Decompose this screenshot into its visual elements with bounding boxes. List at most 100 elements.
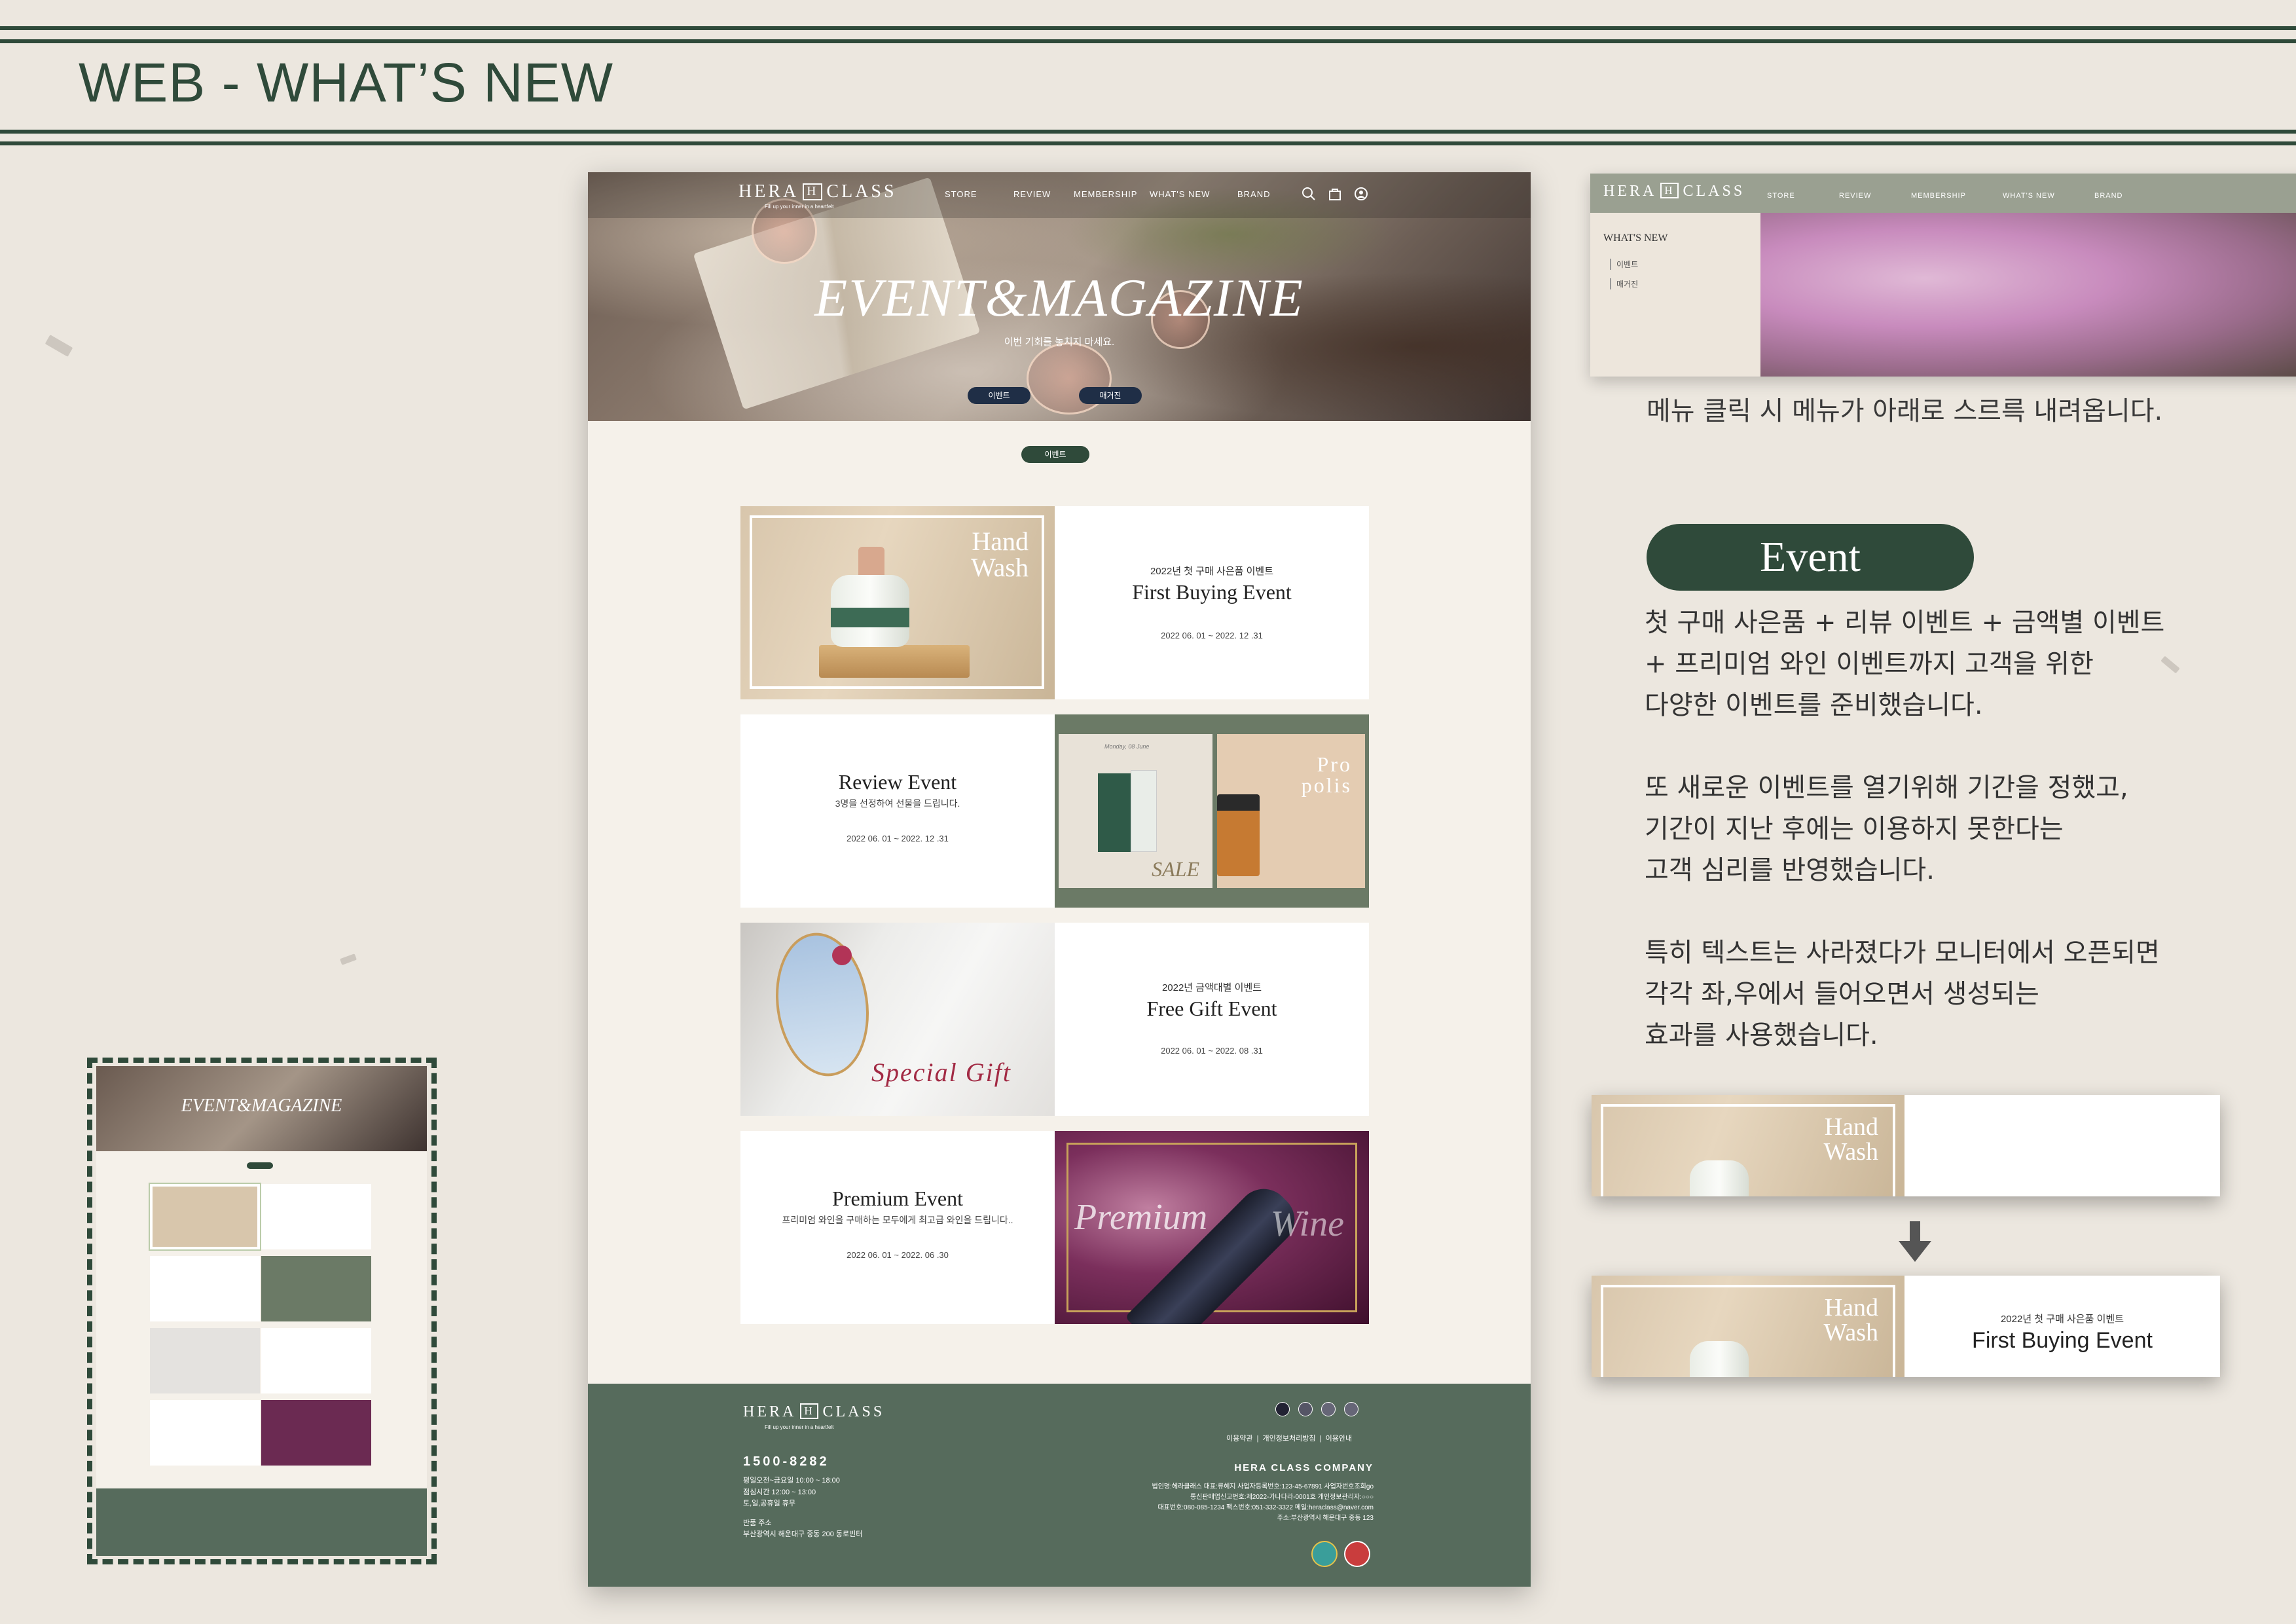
card-handwash-image[interactable]: Hand Wash: [740, 506, 1055, 699]
preview-nav-brand[interactable]: BRAND: [2094, 192, 2123, 200]
image-text-line: Pro: [1317, 752, 1352, 776]
thumb-card-image: [149, 1183, 261, 1251]
card-title: Free Gift Event: [1146, 997, 1277, 1020]
logo-left: HERA: [743, 1403, 797, 1420]
event-description-2: 또 새로운 이벤트를 열기위해 기간을 정했고, 기간이 지난 후에는 이용하지…: [1645, 767, 2128, 891]
header-rule: [0, 130, 2296, 134]
sale-panel: Monday, 08 June SALE: [1059, 734, 1212, 888]
card-title: Review Event: [838, 770, 957, 794]
nav-whats-new[interactable]: WHAT'S NEW: [1150, 189, 1210, 199]
nav-review[interactable]: REVIEW: [1013, 189, 1051, 199]
description-line: 첫 구매 사은품 + 리뷰 이벤트 + 금액별 이벤트: [1645, 608, 2165, 638]
site-logo[interactable]: HERA H CLASS: [738, 181, 897, 202]
product-box-image: [1131, 770, 1157, 852]
facebook-icon[interactable]: [1275, 1402, 1290, 1416]
logo-mark: H: [803, 183, 823, 200]
card-premium[interactable]: Premium Event 프리미엄 와인을 구매하는 모두에게 최고급 와인을…: [740, 1131, 1055, 1324]
preview-hero-image: [1760, 213, 2296, 377]
card-date: 2022 06. 01 ~ 2022. 06 .30: [847, 1250, 949, 1260]
card-gift-image[interactable]: Special Gift: [740, 923, 1055, 1116]
card-image-title: Pro polis: [1302, 754, 1352, 796]
paper-texture: [340, 953, 357, 965]
footer-hours-line: 토,일,공휴일 휴무: [743, 1500, 796, 1508]
demo-handwash-image: Hand Wash: [1592, 1095, 1904, 1196]
hero-magazine-button[interactable]: 매거진: [1079, 387, 1142, 404]
demo-card-text: 2022년 첫 구매 사은품 이벤트 First Buying Event: [1904, 1276, 2220, 1377]
card-title: Premium Event: [832, 1187, 963, 1210]
logo-tagline: Fill up your inner in a heartfelt: [765, 204, 834, 210]
card-review[interactable]: Review Event 3명을 선정하여 선물을 드립니다. 2022 06.…: [740, 714, 1055, 908]
footer-return-label: 반품 주소: [743, 1519, 772, 1527]
animation-demo-before: Hand Wash: [1592, 1095, 2220, 1196]
description-line: 기간이 지난 후에는 이용하지 못한다는: [1645, 814, 2064, 844]
preview-menu-item-event[interactable]: 이벤트: [1610, 259, 1638, 270]
card-image-title: Hand Wash: [1824, 1295, 1878, 1345]
nav-store[interactable]: STORE: [945, 189, 977, 199]
bottle-image: [1690, 1160, 1749, 1196]
thumb-card-text: [150, 1256, 260, 1321]
footer-company-line: 대표번호:080-085-1234 팩스번호:051-332-3322 메일:h…: [1157, 1504, 1374, 1511]
image-text-line: Hand: [1824, 1113, 1878, 1141]
description-line: 효과를 사용했습니다.: [1645, 1020, 1878, 1050]
instagram-icon[interactable]: [1298, 1402, 1313, 1416]
card-first-buying[interactable]: 2022년 첫 구매 사은품 이벤트 First Buying Event 20…: [1055, 506, 1369, 699]
event-description-3: 특히 텍스트는 사라졌다가 모니터에서 오픈되면 각각 좌,우에서 들어오면서 …: [1645, 932, 2160, 1056]
thumb-pill: [247, 1162, 273, 1169]
bottle-label-image: [831, 608, 909, 627]
preview-nav-review[interactable]: REVIEW: [1839, 192, 1871, 200]
kakao-icon[interactable]: [1321, 1402, 1336, 1416]
hero-banner: HERA H CLASS Fill up your inner in a heart…: [588, 172, 1531, 421]
preview-nav-whats-new[interactable]: WHAT'S NEW: [2003, 192, 2055, 200]
event-label-pill: Event: [1647, 524, 1974, 591]
hero-event-button[interactable]: 이벤트: [968, 387, 1030, 404]
card-free-gift[interactable]: 2022년 금액대별 이벤트 Free Gift Event 2022 06. …: [1055, 923, 1369, 1116]
card-desc: 프리미엄 와인을 구매하는 모두에게 최고급 와인을 드립니다..: [782, 1215, 1013, 1225]
logo-right: CLASS: [1683, 183, 1745, 200]
nav-bar: [588, 172, 1531, 218]
logo-right: CLASS: [826, 181, 897, 202]
card-wine-image[interactable]: Premium Wine: [1055, 1131, 1369, 1324]
logo-mark: H: [1660, 183, 1679, 198]
paper-texture: [45, 335, 73, 357]
nav-dropdown-caption: 메뉴 클릭 시 메뉴가 아래로 스르륵 내려옵니다.: [1647, 396, 2163, 426]
site-thumbnail: EVENT&MAGAZINE: [96, 1066, 427, 1556]
site-mockup: HERA H CLASS Fill up your inner in a heart…: [588, 172, 1531, 1587]
flower-image: [832, 946, 852, 965]
footer-company-info: 법인명:헤라클래스 대표:류혜지 사업자등록번호:123-45-67891 사업…: [1152, 1482, 1374, 1524]
footer-company: HERA CLASS COMPANY: [1234, 1462, 1374, 1473]
nav-brand[interactable]: BRAND: [1237, 189, 1271, 199]
footer-logo[interactable]: HERA H CLASS: [743, 1403, 884, 1421]
thumb-card-text: [261, 1328, 371, 1393]
demo-handwash-image: Hand Wash: [1592, 1276, 1904, 1377]
hero-title: EVENT&MAGAZINE: [814, 268, 1304, 327]
image-text-line: polis: [1301, 773, 1352, 797]
user-icon[interactable]: [1354, 187, 1368, 201]
card-image-title: Hand Wash: [971, 528, 1029, 581]
logo-left: HERA: [738, 181, 799, 202]
logo-mark: H: [800, 1403, 819, 1419]
nav-membership[interactable]: MEMBERSHIP: [1074, 189, 1137, 199]
demo-card-title: First Buying Event: [1972, 1328, 2153, 1353]
footer-links[interactable]: 이용약관 | 개인정보처리방침 | 이용안내: [1226, 1433, 1352, 1445]
card-date: 2022 06. 01 ~ 2022. 08 .31: [1161, 1046, 1263, 1056]
card-propolis-image[interactable]: Monday, 08 June SALE Pro polis: [1055, 714, 1369, 908]
thumb-card-image: [150, 1328, 260, 1393]
thumb-card-text: [150, 1400, 260, 1466]
footer-company-line: 법인명:헤라클래스 대표:류혜지 사업자등록번호:123-45-67891 사업…: [1152, 1483, 1374, 1490]
thumb-hero-title: EVENT&MAGAZINE: [181, 1096, 342, 1116]
preview-menu-item-magazine[interactable]: 매거진: [1610, 278, 1638, 289]
thumb-footer: [96, 1488, 427, 1556]
card-image-title: Premium: [1074, 1197, 1208, 1238]
cart-icon[interactable]: [1328, 187, 1342, 201]
card-title: First Buying Event: [1132, 580, 1292, 604]
preview-nav-membership[interactable]: MEMBERSHIP: [1911, 192, 1966, 200]
jar-image: [1217, 794, 1260, 876]
demo-card-kicker: 2022년 첫 구매 사은품 이벤트: [2000, 1314, 2124, 1325]
footer-hours: 평일오전~금요일 10:00 ~ 18:00 점심시간 12:00 ~ 13:0…: [743, 1475, 862, 1541]
preview-nav-store[interactable]: STORE: [1767, 192, 1795, 200]
blog-icon[interactable]: [1344, 1402, 1358, 1416]
search-icon[interactable]: [1302, 187, 1316, 201]
arrow-down-icon: [1899, 1221, 1931, 1262]
shelf-image: [819, 645, 970, 678]
section-event-pill[interactable]: 이벤트: [1021, 446, 1089, 463]
